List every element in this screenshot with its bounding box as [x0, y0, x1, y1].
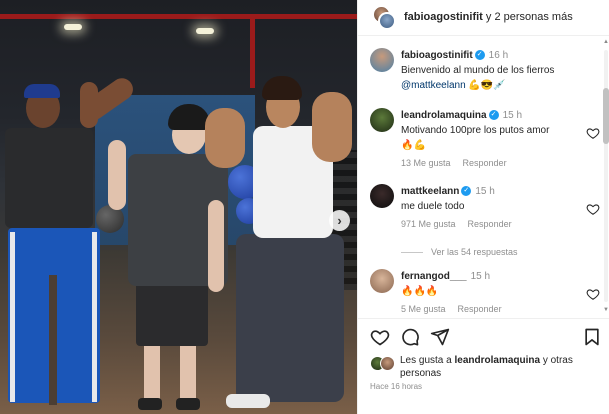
person-1-cap [24, 84, 60, 98]
comment-meta: 971 Me gusta Responder [401, 217, 587, 232]
action-bar [358, 318, 609, 352]
avatar[interactable] [370, 184, 394, 208]
bookmark-icon[interactable] [582, 327, 602, 347]
person-3-shoe [226, 394, 270, 408]
comment-meta: 13 Me gusta Responder [401, 156, 587, 171]
person-1-legs-gap [49, 275, 57, 405]
comment-username[interactable]: mattkeelann [401, 186, 459, 197]
comment-time: 15 h [502, 110, 523, 121]
person-2-leg [144, 344, 160, 400]
scrollbar-thumb[interactable] [603, 88, 609, 144]
comment-time: 15 h [470, 271, 491, 282]
scroll-down-icon[interactable]: ▼ [603, 306, 609, 314]
author-username[interactable]: fabioagostinifit [404, 11, 483, 23]
person-1-stripe [92, 232, 97, 402]
comments-list: fabioagostinifit ✓ 16 h Bienvenido al mund… [358, 36, 602, 316]
post-photo[interactable]: › [0, 0, 357, 414]
verified-icon: ✓ [461, 186, 472, 197]
verified-icon: ✓ [474, 50, 485, 61]
comment-likes[interactable]: 971 Me gusta [401, 219, 456, 229]
caption-text: Bienvenido al mundo de los fierros [401, 65, 555, 76]
likers-avatars [370, 354, 398, 374]
caption-time: 16 h [488, 50, 509, 61]
person-3-pants [236, 234, 344, 402]
person-2-leg [180, 344, 196, 400]
comment-likes[interactable]: 13 Me gusta [401, 158, 451, 168]
comment-body: fernangod___ 15 h 🔥🔥🔥 5 Me gusta Responder [401, 269, 587, 316]
avatar[interactable] [370, 108, 394, 132]
comments-scrollbar[interactable]: ▲ ▼ [603, 38, 609, 314]
heart-icon[interactable] [586, 202, 600, 216]
likes-prefix: Les gusta a [400, 355, 455, 366]
person-2-shorts [136, 282, 208, 346]
photo-beam [0, 14, 357, 19]
person-3-arm [205, 108, 245, 168]
photo-beam [250, 18, 255, 88]
heart-icon[interactable] [586, 287, 600, 301]
comment-emojis: 🔥💪 [401, 140, 426, 151]
reply-button[interactable]: Responder [463, 158, 507, 168]
replies-line [401, 252, 423, 254]
verified-icon: ✓ [488, 110, 499, 121]
post-timestamp: Hace 16 horas [370, 382, 423, 391]
comment-body: mattkeelann ✓ 15 h me duele todo 971 Me gu… [401, 184, 587, 232]
person-3-arm [312, 92, 352, 162]
avatar[interactable] [370, 269, 394, 293]
scroll-up-icon[interactable]: ▲ [603, 38, 609, 46]
comment-meta: 5 Me gusta Responder [401, 302, 587, 316]
reply-button[interactable]: Responder [468, 219, 512, 229]
heart-icon[interactable] [586, 126, 600, 140]
post-authors: fabioagostinifit y 2 personas más [404, 11, 573, 23]
person-3-hair [262, 76, 302, 100]
photo-lamp [64, 24, 82, 30]
caption-username[interactable]: fabioagostinifit [401, 50, 473, 61]
person-2-arm [108, 140, 126, 210]
share-icon[interactable] [430, 327, 450, 347]
liker-username[interactable]: leandrolamaquina [454, 355, 540, 366]
comment-body: leandrolamaquina ✓ 15 h Motivando 100pre l… [401, 108, 587, 171]
comment-time: 15 h [475, 186, 495, 197]
avatar[interactable] [380, 356, 395, 371]
comment-username[interactable]: fernangod___ [401, 271, 467, 282]
comment-emojis: 🔥🔥🔥 [401, 286, 439, 297]
likes-text: Les gusta a leandrolamaquina y otras per… [400, 354, 600, 380]
person-1-stripe [10, 232, 15, 402]
person-2-shoe [138, 398, 162, 410]
like-heart-icon[interactable] [370, 327, 390, 347]
view-replies-label[interactable]: Ver las 54 respuestas [431, 247, 518, 257]
caption-emojis: 💪😎💉 [468, 80, 506, 91]
photo-lamp [196, 28, 214, 34]
person-1-forearm [80, 82, 98, 128]
caption-body: fabioagostinifit ✓ 16 h Bienvenido al mund… [401, 48, 587, 93]
avatar[interactable] [378, 12, 396, 30]
comment-username[interactable]: leandrolamaquina [401, 110, 487, 121]
person-2-shoe [176, 398, 200, 410]
person-1-shirt [5, 128, 93, 228]
next-photo-button[interactable]: › [329, 210, 350, 231]
comment-text: Motivando 100pre los putos amor [401, 125, 550, 136]
comment-icon[interactable] [400, 327, 420, 347]
comments-panel: fabioagostinifit y 2 personas más fabioa… [357, 0, 609, 414]
reply-button[interactable]: Responder [458, 304, 502, 314]
post-header: fabioagostinifit y 2 personas más [358, 0, 609, 36]
avatar[interactable] [370, 48, 394, 72]
comment-text: me duele todo [401, 201, 465, 212]
author-others[interactable]: y 2 personas más [486, 11, 573, 23]
person-2-arm [208, 200, 224, 292]
view-replies[interactable]: Ver las 54 respuestas [401, 247, 581, 257]
caption-mention[interactable]: @mattkeelann [401, 80, 466, 91]
comment-likes[interactable]: 5 Me gusta [401, 304, 446, 314]
